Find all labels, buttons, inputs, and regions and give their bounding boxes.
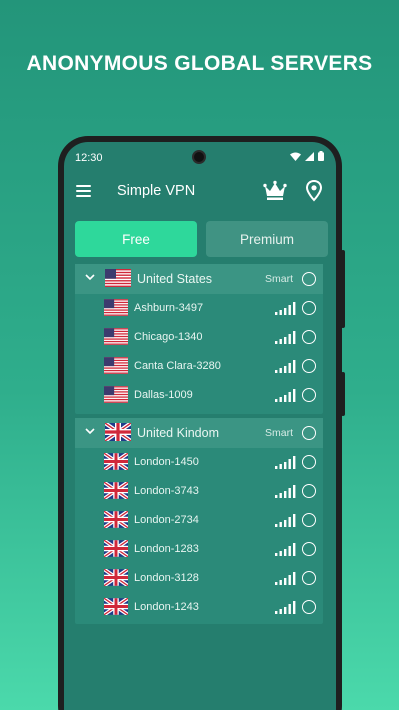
radio-icon[interactable]	[302, 542, 316, 556]
server-name: London-1450	[134, 456, 199, 468]
server-row[interactable]: Chicago-1340	[75, 323, 323, 352]
server-name: Chicago-1340	[134, 331, 203, 343]
server-row[interactable]: Ashburn-3497	[75, 294, 323, 323]
server-name: London-2734	[134, 514, 199, 526]
app-bar: Simple VPN	[64, 172, 336, 212]
uk-flag-icon	[105, 423, 131, 441]
signal-bars-icon	[275, 514, 296, 527]
uk-flag-icon	[104, 598, 128, 615]
server-name: Dallas-1009	[134, 389, 193, 401]
us-flag-icon	[104, 299, 128, 316]
us-flag-icon	[105, 269, 131, 287]
radio-icon[interactable]	[302, 571, 316, 585]
country-name: United States	[137, 272, 213, 286]
server-row[interactable]: London-3743	[75, 477, 323, 506]
server-row[interactable]: Canta Clara-3280	[75, 352, 323, 381]
radio-icon[interactable]	[302, 330, 316, 344]
status-time: 12:30	[75, 152, 103, 164]
signal-bars-icon	[275, 572, 296, 585]
country-group-united-states: United States Smart Ashburn-3497 Chicago…	[75, 264, 323, 414]
server-name: Canta Clara-3280	[134, 360, 221, 372]
camera-cutout	[192, 150, 206, 164]
country-header[interactable]: United Kindom Smart	[75, 418, 323, 448]
signal-bars-icon	[275, 331, 296, 344]
signal-bars-icon	[275, 360, 296, 373]
server-list: London-1450 London-3743 London-2734 Lond…	[75, 448, 323, 622]
server-row[interactable]: London-1243	[75, 593, 323, 622]
radio-icon[interactable]	[302, 301, 316, 315]
server-name: London-3128	[134, 572, 199, 584]
server-row[interactable]: Dallas-1009	[75, 381, 323, 410]
radio-icon[interactable]	[302, 359, 316, 373]
signal-bars-icon	[275, 456, 296, 469]
server-row[interactable]: London-2734	[75, 506, 323, 535]
uk-flag-icon	[104, 482, 128, 499]
phone-side-button	[341, 250, 345, 328]
chevron-down-icon[interactable]	[85, 428, 95, 435]
battery-icon	[318, 151, 324, 161]
status-bar: 12:30	[64, 142, 336, 172]
menu-icon[interactable]	[76, 185, 91, 197]
phone-screen: 12:30 Simple VPN Free Premium United Sta…	[64, 142, 336, 710]
tab-premium[interactable]: Premium	[206, 221, 328, 257]
radio-icon[interactable]	[302, 388, 316, 402]
server-row[interactable]: London-1283	[75, 535, 323, 564]
radio-icon[interactable]	[302, 484, 316, 498]
signal-bars-icon	[275, 601, 296, 614]
uk-flag-icon	[104, 569, 128, 586]
server-name: Ashburn-3497	[134, 302, 204, 314]
signal-bars-icon	[275, 389, 296, 402]
plan-tabs: Free Premium	[75, 221, 328, 257]
status-icons	[290, 151, 324, 161]
smart-label: Smart	[265, 427, 294, 439]
signal-bars-icon	[275, 302, 296, 315]
country-header[interactable]: United States Smart	[75, 264, 323, 294]
location-pin-icon[interactable]	[306, 180, 322, 202]
server-row[interactable]: London-1450	[75, 448, 323, 477]
us-flag-icon	[104, 386, 128, 403]
tab-free[interactable]: Free	[75, 221, 197, 257]
signal-bars-icon	[275, 485, 296, 498]
radio-icon[interactable]	[302, 513, 316, 527]
server-name: London-1283	[134, 543, 199, 555]
country-name: United Kindom	[137, 426, 219, 440]
radio-icon[interactable]	[302, 455, 316, 469]
server-list: Ashburn-3497 Chicago-1340 Canta Clara-32…	[75, 294, 323, 410]
cell-signal-icon	[305, 151, 314, 161]
crown-icon[interactable]	[263, 180, 287, 202]
server-name: London-3743	[134, 485, 199, 497]
uk-flag-icon	[104, 540, 128, 557]
country-group-united-kingdom: United Kindom Smart London-1450 London-3…	[75, 418, 323, 624]
server-row[interactable]: London-3128	[75, 564, 323, 593]
server-name: London-1243	[134, 601, 199, 613]
smart-label: Smart	[265, 273, 294, 285]
us-flag-icon	[104, 357, 128, 374]
radio-icon[interactable]	[302, 272, 316, 286]
phone-side-button	[341, 372, 345, 416]
signal-bars-icon	[275, 543, 296, 556]
wifi-icon	[290, 152, 301, 161]
radio-icon[interactable]	[302, 426, 316, 440]
uk-flag-icon	[104, 511, 128, 528]
headline: ANONYMOUS GLOBAL SERVERS	[26, 52, 373, 75]
uk-flag-icon	[104, 453, 128, 470]
chevron-down-icon[interactable]	[85, 274, 95, 281]
us-flag-icon	[104, 328, 128, 345]
radio-icon[interactable]	[302, 600, 316, 614]
app-title: Simple VPN	[117, 183, 196, 199]
